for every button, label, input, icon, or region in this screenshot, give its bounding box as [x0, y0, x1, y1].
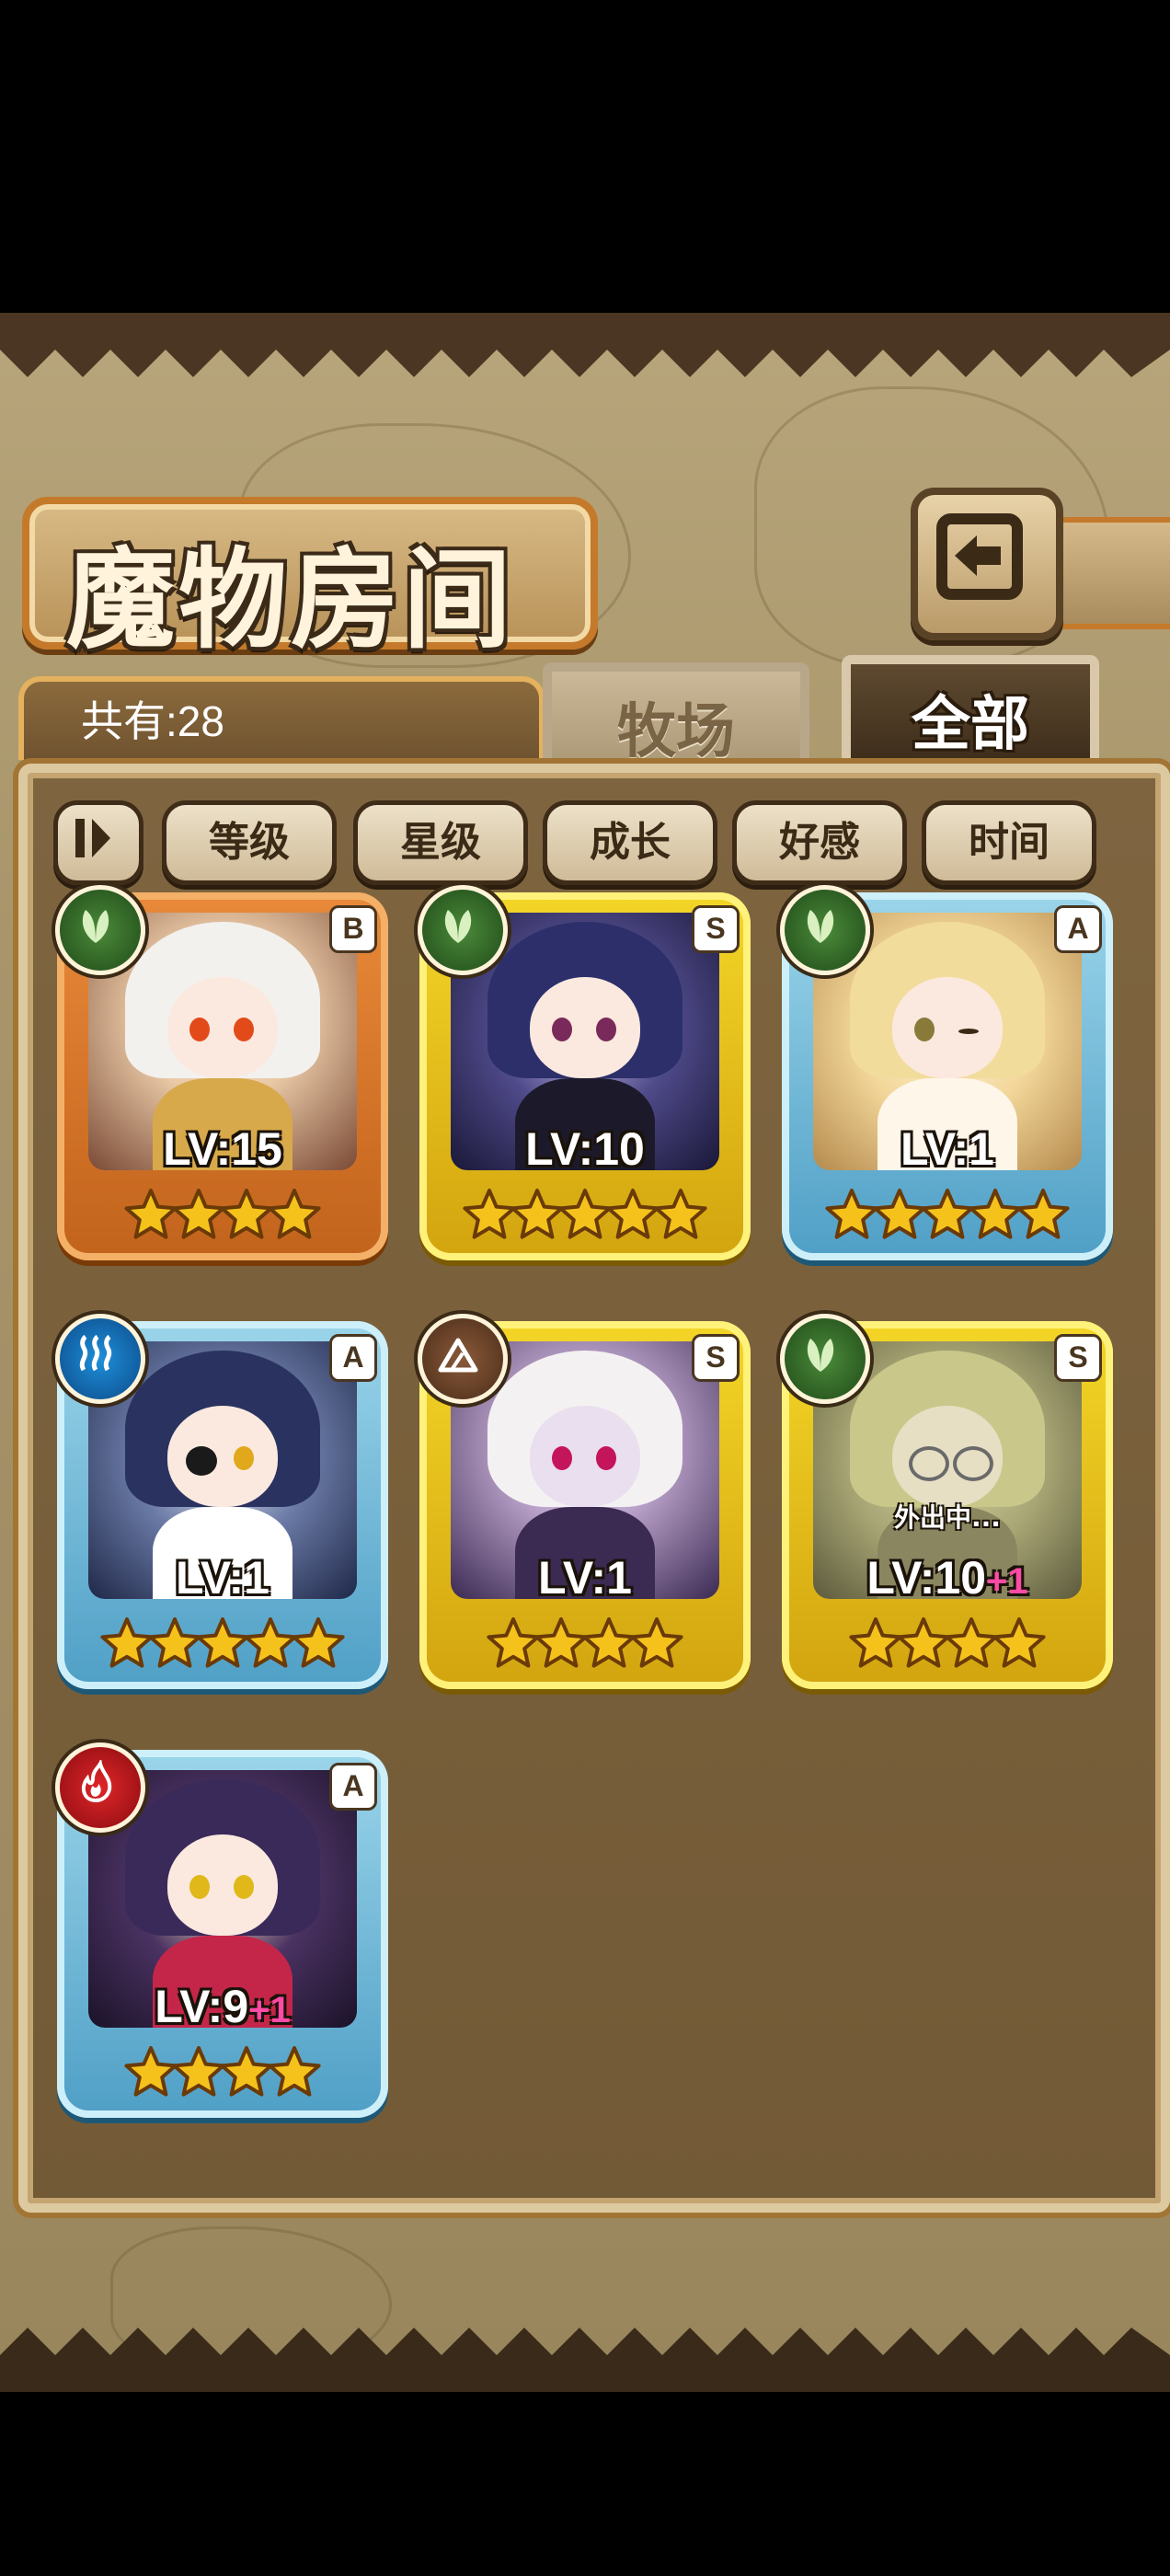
- star-rating: [419, 1616, 751, 1680]
- star-icon: [896, 1616, 951, 1671]
- level-label: LV:1: [538, 1552, 632, 1604]
- fire-element-icon: [55, 1742, 145, 1833]
- level-label: LV:9: [155, 1981, 249, 2032]
- star-rating: [782, 1616, 1113, 1680]
- zigzag-border-bottom: [0, 2328, 1170, 2392]
- monster-card[interactable]: LV:10 S: [418, 885, 751, 1279]
- tab-all[interactable]: 全部: [842, 655, 1099, 775]
- star-icon: [195, 1616, 250, 1671]
- sort-level-button[interactable]: 等级: [162, 800, 337, 885]
- level-label: LV:15: [163, 1123, 282, 1175]
- star-icon: [219, 2044, 274, 2099]
- grade-badge: S: [692, 905, 740, 953]
- star-icon: [944, 1616, 999, 1671]
- grade-badge: A: [1054, 905, 1102, 953]
- tab-ranch-label: 牧场: [617, 698, 735, 766]
- star-icon: [968, 1187, 1023, 1242]
- title-plate: 魔物房间: [22, 497, 598, 663]
- sort-affection-button[interactable]: 好感: [732, 800, 907, 885]
- game-screen: 魔物房间 共有:28 牧场 全部 等级 星级 成长 好感 时间 LV:15 B …: [0, 313, 1170, 2392]
- star-icon: [629, 1616, 684, 1671]
- star-rating: [782, 1187, 1113, 1251]
- return-icon: [936, 513, 1023, 600]
- level-label: LV:1: [900, 1123, 994, 1175]
- star-icon: [872, 1187, 927, 1242]
- star-icon: [99, 1616, 155, 1671]
- star-icon: [123, 2044, 178, 2099]
- star-icon: [486, 1616, 541, 1671]
- level-label: LV:1: [176, 1552, 270, 1604]
- star-rating: [57, 1187, 388, 1251]
- grade-badge: A: [329, 1763, 377, 1811]
- star-icon: [824, 1187, 879, 1242]
- star-icon: [581, 1616, 637, 1671]
- away-status: 外出中...: [894, 1502, 1001, 1533]
- star-icon: [219, 1187, 274, 1242]
- star-icon: [1015, 1187, 1071, 1242]
- page-title: 魔物房间: [66, 535, 516, 663]
- star-icon: [992, 1616, 1047, 1671]
- star-icon: [605, 1187, 660, 1242]
- level-bonus: +1: [986, 1561, 1028, 1602]
- star-rating: [419, 1187, 751, 1251]
- monster-card[interactable]: LV:15 B: [55, 885, 388, 1279]
- grade-badge: S: [692, 1334, 740, 1382]
- sort-order-toggle[interactable]: [53, 800, 143, 885]
- star-icon: [267, 2044, 322, 2099]
- star-icon: [171, 1187, 226, 1242]
- level-label: LV:10: [525, 1123, 645, 1175]
- leaf-element-icon: [780, 1314, 870, 1404]
- monster-count: 共有:28: [81, 697, 224, 745]
- monster-card[interactable]: 外出中... LV:10+1 S: [780, 1314, 1113, 1708]
- star-icon: [557, 1187, 613, 1242]
- sort-order-icon: [75, 819, 110, 857]
- star-icon: [920, 1187, 975, 1242]
- zigzag-border-top: [0, 313, 1170, 377]
- star-icon: [462, 1187, 517, 1242]
- leaf-element-icon: [418, 885, 508, 975]
- star-icon: [147, 1616, 202, 1671]
- grade-badge: A: [329, 1334, 377, 1382]
- star-icon: [533, 1616, 589, 1671]
- star-icon: [291, 1616, 346, 1671]
- star-rating: [57, 1616, 388, 1680]
- level-label: LV:10: [866, 1552, 987, 1604]
- sort-growth-button[interactable]: 成长: [543, 800, 717, 885]
- grade-badge: B: [329, 905, 377, 953]
- monster-card[interactable]: LV:1 A: [55, 1314, 388, 1708]
- star-rating: [57, 2044, 388, 2109]
- water-element-icon: [55, 1314, 145, 1404]
- star-icon: [171, 2044, 226, 2099]
- leaf-element-icon: [780, 885, 870, 975]
- monster-card[interactable]: LV:9+1 A: [55, 1742, 388, 2136]
- star-icon: [510, 1187, 565, 1242]
- back-button[interactable]: [911, 488, 1063, 640]
- leaf-element-icon: [55, 885, 145, 975]
- sort-time-button[interactable]: 时间: [922, 800, 1096, 885]
- level-bonus: +1: [248, 1990, 291, 2030]
- monster-card[interactable]: LV:1 S: [418, 1314, 751, 1708]
- star-icon: [243, 1616, 298, 1671]
- grade-badge: S: [1054, 1334, 1102, 1382]
- star-icon: [123, 1187, 178, 1242]
- tab-all-label: 全部: [912, 691, 1029, 759]
- sort-star-button[interactable]: 星级: [353, 800, 528, 885]
- star-icon: [653, 1187, 708, 1242]
- earth-element-icon: [418, 1314, 508, 1404]
- star-icon: [267, 1187, 322, 1242]
- star-icon: [848, 1616, 903, 1671]
- monster-card[interactable]: LV:1 A: [780, 885, 1113, 1279]
